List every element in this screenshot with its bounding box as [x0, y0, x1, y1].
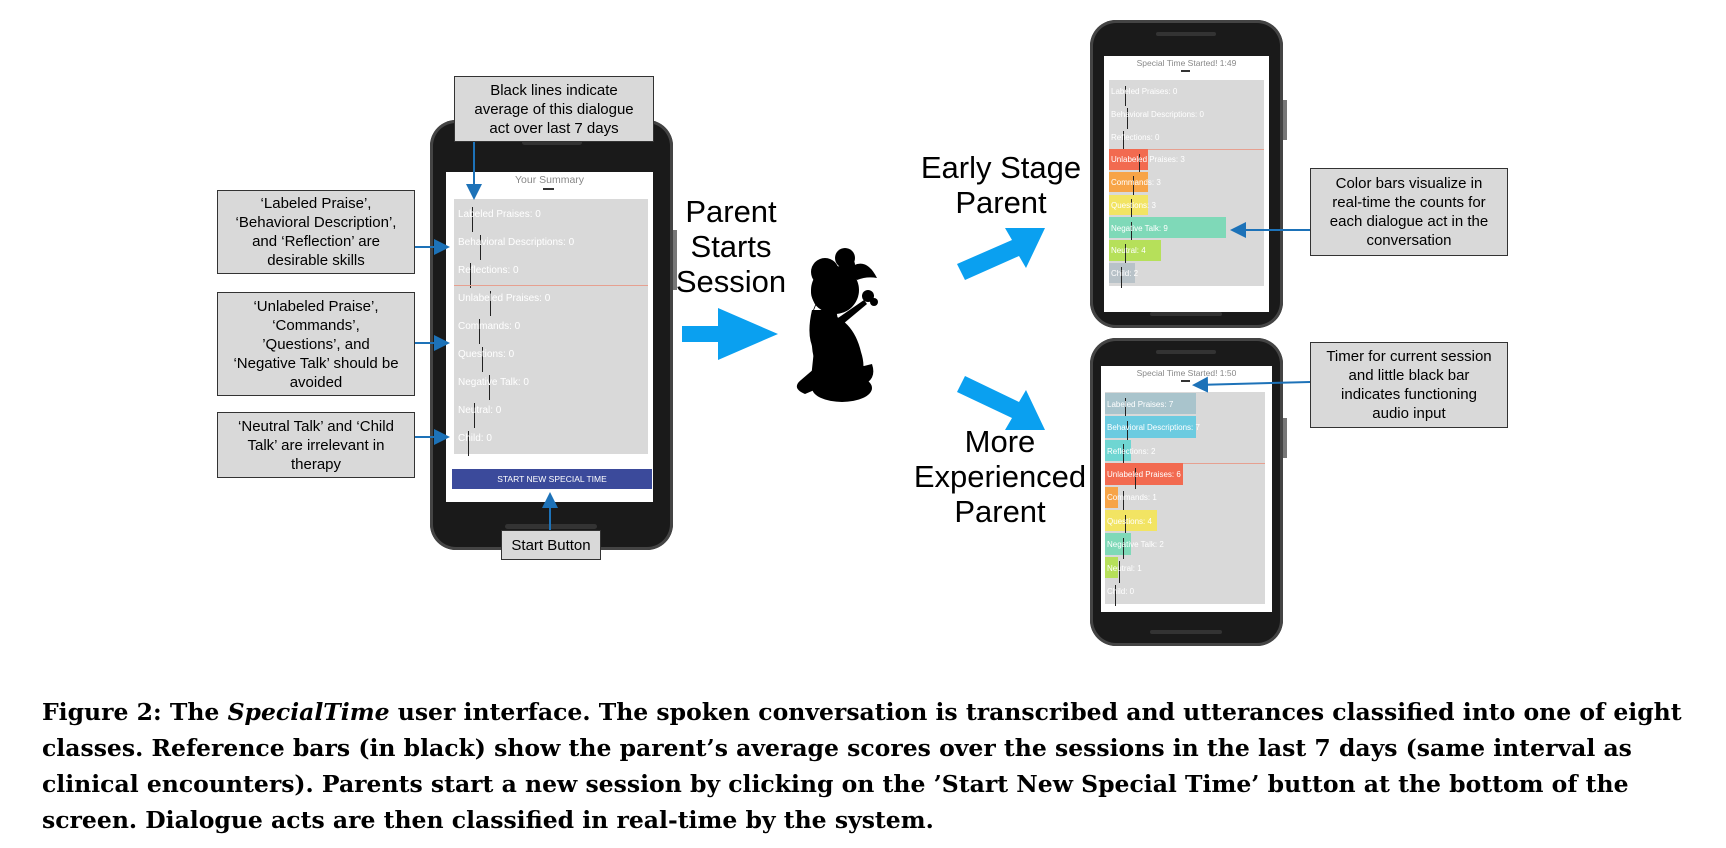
phone-home-bar — [1150, 630, 1222, 634]
dialogue-act-label: Reflections: 0 — [1111, 132, 1160, 142]
phone-side-button — [1283, 100, 1287, 140]
dialogue-act-label: Neutral: 1 — [1107, 563, 1142, 573]
dialogue-act-label: Behavioral Descriptions: 0 — [458, 237, 575, 248]
dialogue-act-label: Negative Talk: 2 — [1107, 540, 1164, 550]
dialogue-act-panel: Labeled Praises: 7 Behavioral Description… — [1105, 392, 1265, 606]
dialogue-act-label: Unlabeled Praises: 6 — [1107, 469, 1181, 479]
start-new-special-time-button[interactable]: START NEW SPECIAL TIME — [452, 469, 652, 489]
child-silhouette — [809, 277, 878, 388]
figure-caption: Figure 2: The SpecialTime user interface… — [42, 694, 1692, 838]
color-bars-callout: Color bars visualize in real-time the co… — [1310, 168, 1508, 256]
audio-indicator — [543, 188, 554, 190]
early-stage-phone: Special Time Started! 1:49 Labeled Prais… — [1090, 20, 1287, 328]
dialogue-act-label: Questions: 4 — [1107, 516, 1152, 526]
desirable-skills-callout: ‘Labeled Praise’, ‘Behavioral Descriptio… — [217, 190, 415, 274]
early-stage-screen: Special Time Started! 1:49 Labeled Prais… — [1104, 56, 1269, 312]
black-lines-callout: Black lines indicate average of this dia… — [454, 76, 654, 142]
experienced-arrow — [957, 376, 1045, 430]
caption-prefix: Figure 2: The — [42, 698, 228, 726]
desirable-divider — [454, 285, 648, 286]
dialogue-act-label: Reflections: 0 — [458, 265, 519, 276]
dialogue-act-label: Child: 0 — [458, 433, 492, 444]
dialogue-act-label: Labeled Praises: 0 — [1111, 87, 1178, 97]
dialogue-act-label: Child: 2 — [1111, 268, 1139, 278]
more-experienced-parent-label: More Experienced Parent — [913, 424, 1087, 529]
dialogue-act-label: Commands: 0 — [458, 321, 521, 332]
irrelevant-talk-callout: ‘Neutral Talk’ and ‘Child Talk’ are irre… — [217, 412, 415, 478]
summary-phone: Your Summary Labeled Praises: 0 Behaviora… — [430, 120, 677, 550]
dialogue-act-label: Child: 0 — [1107, 586, 1135, 596]
experienced-screen: Special Time Started! 1:50 Labeled Prais… — [1101, 366, 1272, 612]
dialogue-act-label: Behavioral Descriptions: 7 — [1107, 423, 1200, 433]
dialogue-act-label: Unlabeled Praises: 0 — [458, 293, 551, 304]
dialogue-act-label: Neutral: 0 — [458, 405, 502, 416]
timer-callout: Timer for current session and little bla… — [1310, 342, 1508, 428]
dialogue-act-label: Neutral: 4 — [1111, 246, 1146, 256]
dialogue-act-label: Unlabeled Praises: 3 — [1111, 155, 1185, 165]
parent-child-silhouette — [796, 248, 877, 402]
session-timer: Special Time Started! 1:50 — [1136, 368, 1237, 378]
session-arrow — [682, 308, 778, 360]
dialogue-act-panel: Labeled Praises: 0 Behavioral Description… — [1109, 80, 1264, 288]
dialogue-act-label: Negative Talk: 0 — [458, 377, 529, 388]
summary-title: Your Summary — [514, 174, 585, 186]
summary-panel: Labeled Praises: 0 Behavioral Description… — [454, 199, 648, 456]
dialogue-act-label: Labeled Praises: 7 — [1107, 399, 1174, 409]
dialogue-act-label: Commands: 3 — [1111, 178, 1161, 188]
phone-home-bar — [505, 524, 597, 529]
early-stage-parent-label: Early Stage Parent — [920, 150, 1082, 220]
dialogue-act-label: Questions: 3 — [1111, 200, 1156, 210]
avoided-skills-callout: ‘Unlabeled Praise’, ‘Commands’, ’Questio… — [217, 292, 415, 396]
audio-indicator — [1181, 380, 1190, 382]
audio-indicator — [1181, 70, 1190, 72]
experienced-phone: Special Time Started! 1:50 Labeled Prais… — [1090, 338, 1287, 646]
dialogue-act-label: Labeled Praises: 0 — [458, 209, 541, 220]
early-stage-arrow — [957, 228, 1045, 280]
phone-speaker — [1156, 350, 1216, 354]
caption-italic: SpecialTime — [227, 698, 390, 726]
session-timer: Special Time Started! 1:49 — [1136, 58, 1237, 68]
start-button-callout: Start Button — [501, 530, 601, 560]
dialogue-act-label: Questions: 0 — [458, 349, 515, 360]
phone-speaker — [1156, 32, 1216, 36]
summary-screen: Your Summary Labeled Praises: 0 Behaviora… — [446, 172, 653, 502]
dialogue-act-label: Behavioral Descriptions: 0 — [1111, 110, 1204, 120]
phone-side-button — [1283, 418, 1287, 458]
dialogue-act-label: Reflections: 2 — [1107, 446, 1156, 456]
parent-starts-session-label: Parent Starts Session — [675, 194, 787, 299]
dialogue-act-label: Negative Talk: 9 — [1111, 223, 1168, 233]
phone-home-bar — [1150, 312, 1222, 316]
dialogue-act-label: Commands: 1 — [1107, 493, 1157, 503]
